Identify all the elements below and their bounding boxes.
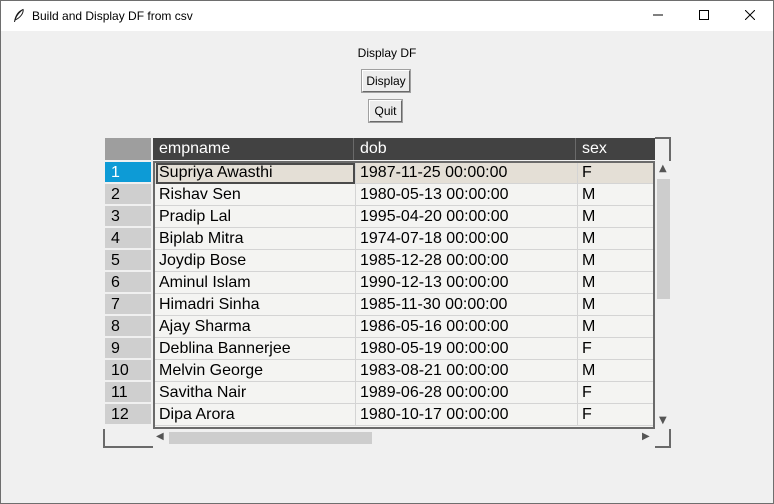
table-cell-dob[interactable]: 1980-05-13 00:00:00 xyxy=(356,184,578,206)
scroll-left-icon[interactable]: ◀ xyxy=(156,431,164,442)
minimize-icon xyxy=(653,7,663,25)
horizontal-scrollbar[interactable]: ◀ ▶ xyxy=(153,429,655,446)
table-row[interactable]: Himadri Sinha 1985-11-30 00:00:00 M xyxy=(155,294,653,316)
horizontal-scroll-thumb[interactable] xyxy=(169,432,372,444)
table-cell-sex[interactable]: M xyxy=(578,250,653,272)
table-cell-empname[interactable]: Pradip Lal xyxy=(155,206,356,228)
table-row[interactable]: Deblina Bannerjee 1980-05-19 00:00:00 F xyxy=(155,338,653,360)
table-row[interactable]: Ajay Sharma 1986-05-16 00:00:00 M xyxy=(155,316,653,338)
row-index-cell[interactable]: 4 xyxy=(105,228,151,249)
table-cell-dob[interactable]: 1987-11-25 00:00:00 xyxy=(356,163,578,184)
column-header-dob[interactable]: dob xyxy=(354,138,576,160)
quit-button[interactable]: Quit xyxy=(368,99,403,123)
table-cell-dob[interactable]: 1985-12-28 00:00:00 xyxy=(356,250,578,272)
table-cell-sex[interactable]: M xyxy=(578,206,653,228)
table-cell-dob[interactable]: 1983-08-21 00:00:00 xyxy=(356,360,578,382)
close-icon xyxy=(744,7,756,25)
table-row[interactable]: Biplab Mitra 1974-07-18 00:00:00 M xyxy=(155,228,653,250)
row-index-cell[interactable]: 5 xyxy=(105,250,151,271)
vertical-scrollbar[interactable]: ▲ ▼ xyxy=(655,161,672,429)
table-cell-dob[interactable]: 1986-05-16 00:00:00 xyxy=(356,316,578,338)
row-index-cell[interactable]: 1 xyxy=(105,162,151,183)
table-cell-dob[interactable]: 1980-05-19 00:00:00 xyxy=(356,338,578,360)
column-header-empname[interactable]: empname xyxy=(153,138,354,160)
table-cell-empname[interactable]: Deblina Bannerjee xyxy=(155,338,356,360)
display-button[interactable]: Display xyxy=(361,69,411,93)
frame-bracket-top-right xyxy=(655,137,671,161)
row-index-cell[interactable]: 8 xyxy=(105,316,151,337)
table-cell-sex[interactable]: M xyxy=(578,272,653,294)
table-header: empname dob sex xyxy=(153,138,655,160)
table-cell-empname[interactable]: Melvin George xyxy=(155,360,356,382)
table-cell-sex[interactable]: M xyxy=(578,184,653,206)
table-cell-empname[interactable]: Dipa Arora xyxy=(155,404,356,426)
minimize-button[interactable] xyxy=(635,1,681,31)
display-df-label: Display DF xyxy=(357,46,417,60)
scroll-down-icon[interactable]: ▼ xyxy=(659,415,667,426)
table-row[interactable]: Rishav Sen 1980-05-13 00:00:00 M xyxy=(155,184,653,206)
table-row[interactable]: Pradip Lal 1995-04-20 00:00:00 M xyxy=(155,206,653,228)
table-cell-sex[interactable]: M xyxy=(578,228,653,250)
table-cell-sex[interactable]: F xyxy=(578,382,653,404)
frame-bracket-bottom-right xyxy=(655,429,671,448)
table-cell-empname[interactable]: Himadri Sinha xyxy=(155,294,356,316)
row-index-cell[interactable]: 7 xyxy=(105,294,151,315)
table-corner-cell[interactable] xyxy=(105,138,151,160)
title-bar[interactable]: Build and Display DF from csv xyxy=(1,1,773,31)
vertical-scroll-thumb[interactable] xyxy=(657,179,670,299)
table-cell-empname[interactable]: Joydip Bose xyxy=(155,250,356,272)
maximize-button[interactable] xyxy=(681,1,727,31)
table-cell-empname[interactable]: Rishav Sen xyxy=(155,184,356,206)
table-row[interactable]: Aminul Islam 1990-12-13 00:00:00 M xyxy=(155,272,653,294)
feather-icon xyxy=(12,8,26,24)
row-index-cell[interactable]: 2 xyxy=(105,184,151,205)
focused-cell-outline xyxy=(156,163,355,184)
table-cell-sex[interactable]: F xyxy=(578,163,653,184)
table-cell-sex[interactable]: M xyxy=(578,316,653,338)
table-cell-dob[interactable]: 1995-04-20 00:00:00 xyxy=(356,206,578,228)
table-cell-sex[interactable]: F xyxy=(578,404,653,426)
maximize-icon xyxy=(699,7,709,25)
table-cell-dob[interactable]: 1985-11-30 00:00:00 xyxy=(356,294,578,316)
table-cell-sex[interactable]: F xyxy=(578,338,653,360)
row-index-cell[interactable]: 12 xyxy=(105,404,151,425)
scroll-up-icon[interactable]: ▲ xyxy=(659,163,667,174)
table-cell-empname[interactable]: Biplab Mitra xyxy=(155,228,356,250)
row-index-cell[interactable]: 9 xyxy=(105,338,151,359)
table-row[interactable]: Supriya Awasthi 1987-11-25 00:00:00 F xyxy=(155,163,653,184)
column-header-sex[interactable]: sex xyxy=(576,138,655,160)
table-cell-dob[interactable]: 1974-07-18 00:00:00 xyxy=(356,228,578,250)
table-cell-sex[interactable]: M xyxy=(578,360,653,382)
app-window: Build and Display DF from csv Display DF… xyxy=(0,0,774,504)
frame-bracket-bottom-left xyxy=(103,429,153,448)
row-index-cell[interactable]: 3 xyxy=(105,206,151,227)
table-cell-empname[interactable]: Aminul Islam xyxy=(155,272,356,294)
table-row[interactable]: Savitha Nair 1989-06-28 00:00:00 F xyxy=(155,382,653,404)
scroll-right-icon[interactable]: ▶ xyxy=(642,431,650,442)
row-index-cell[interactable]: 11 xyxy=(105,382,151,403)
close-button[interactable] xyxy=(727,1,773,31)
table-row[interactable]: Joydip Bose 1985-12-28 00:00:00 M xyxy=(155,250,653,272)
table-body[interactable]: Supriya Awasthi 1987-11-25 00:00:00 F Risha… xyxy=(153,161,655,429)
window-title: Build and Display DF from csv xyxy=(32,9,193,23)
table-cell-empname[interactable]: Savitha Nair xyxy=(155,382,356,404)
table-cell-dob[interactable]: 1990-12-13 00:00:00 xyxy=(356,272,578,294)
table-cell-dob[interactable]: 1989-06-28 00:00:00 xyxy=(356,382,578,404)
table-row[interactable]: Dipa Arora 1980-10-17 00:00:00 F xyxy=(155,404,653,426)
table-cell-sex[interactable]: M xyxy=(578,294,653,316)
row-index-cell[interactable]: 6 xyxy=(105,272,151,293)
row-index-cell[interactable]: 10 xyxy=(105,360,151,381)
table-cell-dob[interactable]: 1980-10-17 00:00:00 xyxy=(356,404,578,426)
table-cell-empname[interactable]: Ajay Sharma xyxy=(155,316,356,338)
table-row[interactable]: Melvin George 1983-08-21 00:00:00 M xyxy=(155,360,653,382)
